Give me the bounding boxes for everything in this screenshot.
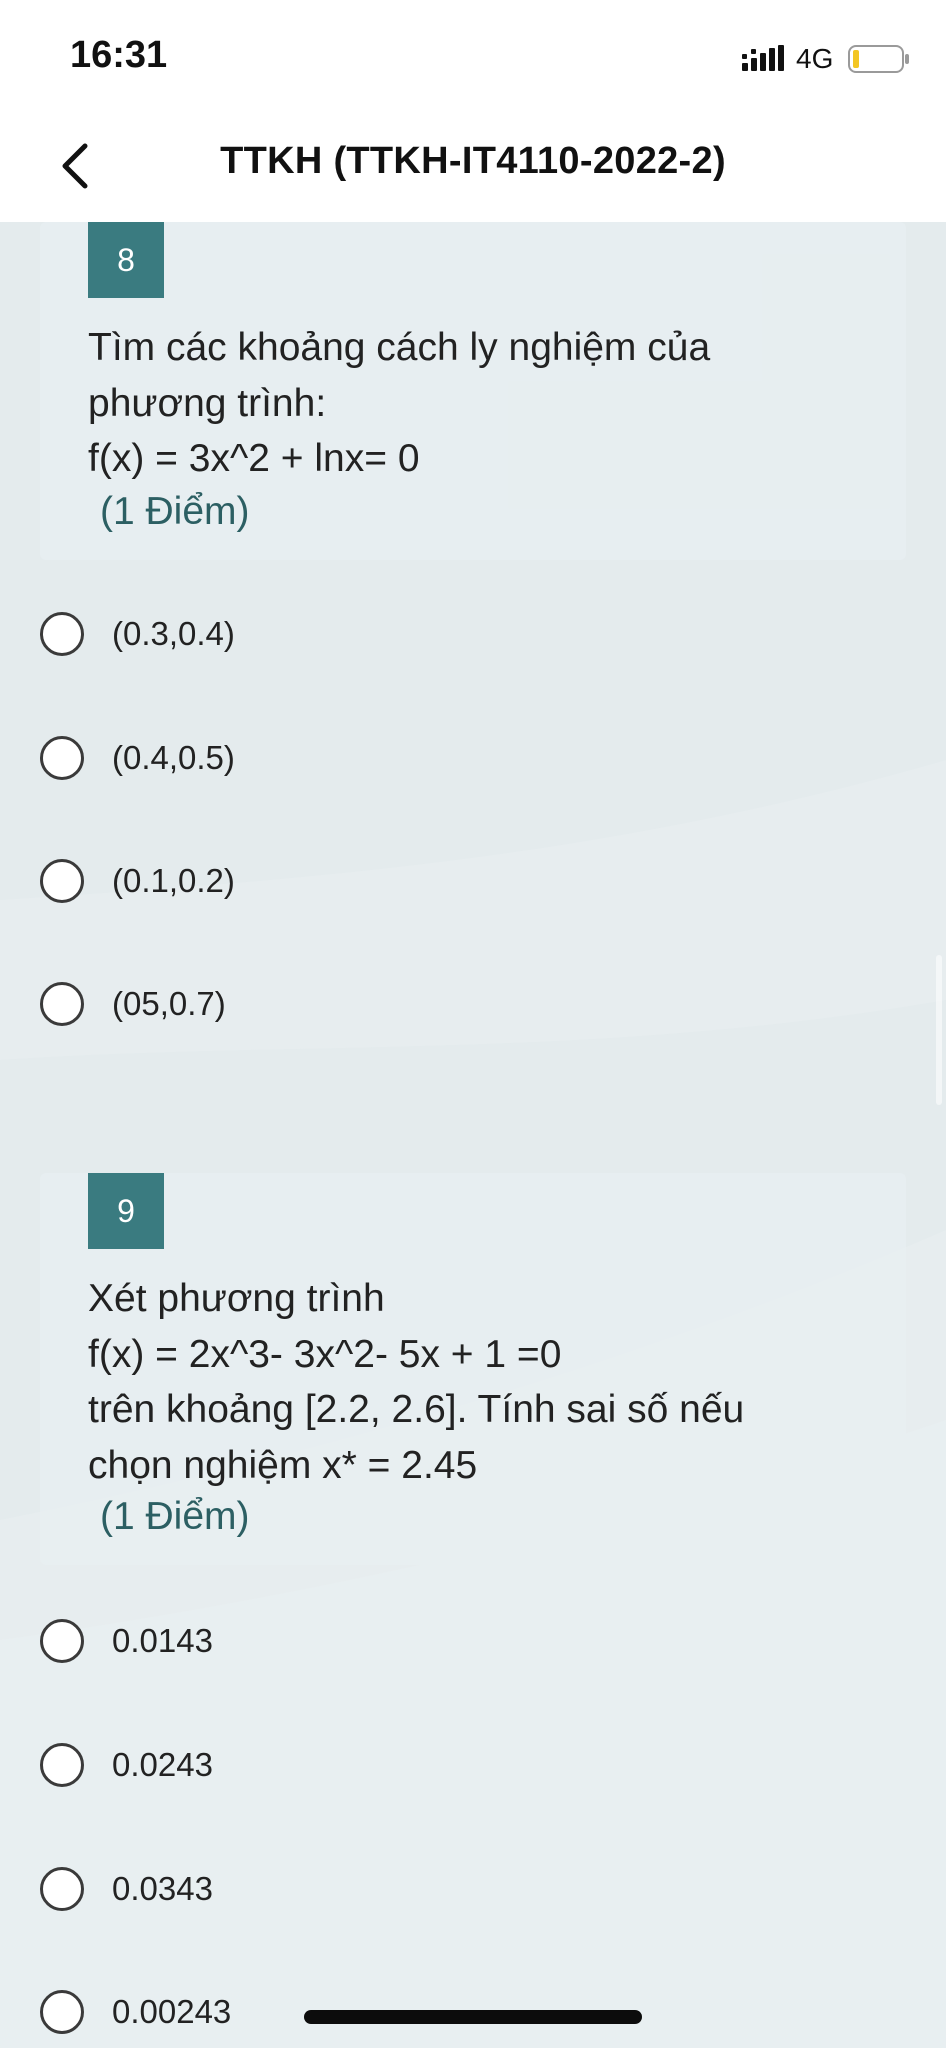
option-label: (05,0.7) <box>112 985 226 1022</box>
question-text: Tìm các khoảng cách ly nghiệm của phương… <box>88 326 711 480</box>
question-number-badge: 9 <box>88 1173 164 1249</box>
radio-button[interactable] <box>40 1743 84 1787</box>
answer-option[interactable]: (05,0.7) <box>40 974 440 1034</box>
app-header: TTKH (TTKH-IT4110-2022-2) <box>0 110 946 222</box>
status-time: 16:31 <box>70 34 168 76</box>
option-label: (0.4,0.5) <box>112 739 235 776</box>
answer-option[interactable]: (0.4,0.5) <box>40 728 440 788</box>
radio-button[interactable] <box>40 982 84 1026</box>
scrollbar-thumb[interactable] <box>936 955 942 1105</box>
network-type: 4G <box>796 43 834 74</box>
radio-button[interactable] <box>40 736 84 780</box>
question-points: (1 Điểm) <box>100 1495 250 1538</box>
question-text: Xét phương trình f(x) = 2x^3- 3x^2- 5x +… <box>88 1277 745 1487</box>
radio-button[interactable] <box>40 612 84 656</box>
signal-bars-icon <box>742 45 784 71</box>
answer-option[interactable]: 0.0343 <box>40 1859 440 1919</box>
radio-button[interactable] <box>40 1619 84 1663</box>
option-label: 0.00243 <box>112 1993 232 2030</box>
option-label: 0.0343 <box>112 1870 213 1907</box>
option-label: (0.3,0.4) <box>112 615 235 652</box>
status-bar: 16:31 4G <box>0 0 946 110</box>
answer-option[interactable]: (0.1,0.2) <box>40 851 440 911</box>
question-points: (1 Điểm) <box>100 490 250 533</box>
radio-button[interactable] <box>40 1867 84 1911</box>
radio-button[interactable] <box>40 1990 84 2034</box>
question-card-9: 9 Xét phương trình f(x) = 2x^3- 3x^2- 5x… <box>40 1173 906 1565</box>
answer-option[interactable]: 0.0143 <box>40 1611 440 1671</box>
battery-low-icon <box>848 45 909 73</box>
home-indicator[interactable] <box>304 2010 642 2024</box>
question-card-8: 8 Tìm các khoảng cách ly nghiệm của phươ… <box>40 222 906 560</box>
answer-option[interactable]: (0.3,0.4) <box>40 604 440 664</box>
option-label: 0.0143 <box>112 1622 213 1659</box>
radio-button[interactable] <box>40 859 84 903</box>
option-label: 0.0243 <box>112 1746 213 1783</box>
answer-option[interactable]: 0.0243 <box>40 1735 440 1795</box>
page-title: TTKH (TTKH-IT4110-2022-2) <box>220 140 726 182</box>
option-label: (0.1,0.2) <box>112 862 235 899</box>
question-number-badge: 8 <box>88 222 164 298</box>
